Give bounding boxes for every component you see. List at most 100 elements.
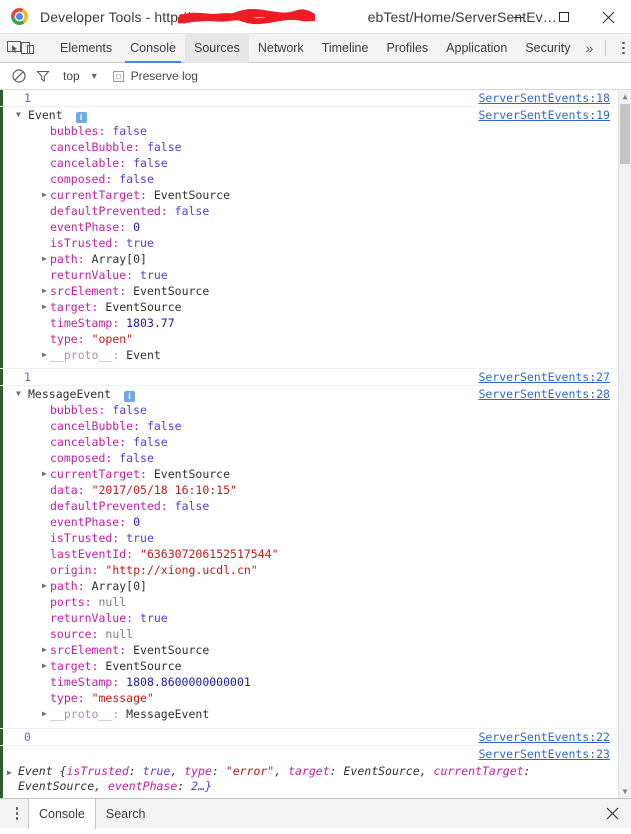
triangle-expanded-icon[interactable]: ▼: [16, 386, 21, 402]
property-value: MessageEvent: [126, 707, 210, 721]
property-colon: :: [77, 579, 92, 593]
object-property: eventPhase: 0: [0, 219, 618, 235]
console-object-row[interactable]: ▼ Event i ServerSentEvents:19: [0, 107, 618, 123]
triangle-collapsed-icon[interactable]: ▶: [42, 706, 47, 722]
property-colon: :: [126, 611, 141, 625]
console-count-row: 0 ServerSentEvents:22: [0, 728, 618, 746]
object-property[interactable]: ▶ path: Array[0]: [0, 251, 618, 267]
object-property[interactable]: ▶ srcElement: EventSource: [0, 642, 618, 658]
property-colon: :: [119, 643, 134, 657]
close-button[interactable]: [586, 0, 631, 34]
tab-profiles[interactable]: Profiles: [377, 34, 437, 63]
property-value: false: [146, 419, 182, 433]
property-name: cancelable: [50, 435, 120, 449]
more-tabs-icon[interactable]: »: [579, 40, 599, 56]
source-link[interactable]: ServerSentEvents:18: [478, 90, 610, 106]
source-link[interactable]: ServerSentEvents:19: [478, 107, 610, 123]
source-link[interactable]: ServerSentEvents:27: [478, 369, 610, 385]
info-icon[interactable]: i: [75, 112, 87, 123]
property-value: true: [140, 268, 168, 282]
property-name: cancelable: [50, 156, 120, 170]
property-value: Event: [126, 348, 161, 362]
property-colon: :: [112, 707, 127, 721]
inspect-element-icon[interactable]: [7, 34, 21, 62]
source-link[interactable]: ServerSentEvents:22: [478, 729, 610, 745]
clear-console-icon[interactable]: [7, 64, 31, 88]
chrome-logo-icon: [11, 8, 28, 25]
tab-security[interactable]: Security: [516, 34, 579, 63]
object-property[interactable]: ▶ __proto__: MessageEvent: [0, 706, 618, 722]
property-colon: :: [91, 659, 106, 673]
scrollbar-thumb[interactable]: [620, 104, 630, 164]
object-property: data: "2017/05/18 16:10:15": [0, 482, 618, 498]
object-property: bubbles: false: [0, 402, 618, 418]
object-property[interactable]: ▶ currentTarget: EventSource: [0, 466, 618, 482]
console-vertical-scrollbar[interactable]: ▲ ▼: [618, 90, 631, 798]
devtools-menu-icon[interactable]: [612, 34, 631, 63]
tab-elements[interactable]: Elements: [51, 34, 121, 63]
triangle-collapsed-icon[interactable]: ▶: [42, 187, 47, 203]
property-colon: :: [112, 348, 127, 362]
property-name: ports: [50, 595, 85, 609]
scroll-down-arrow-icon[interactable]: ▼: [619, 785, 631, 798]
tab-profiles-label: Profiles: [386, 41, 429, 55]
console-error-summary[interactable]: ▶ Event {isTrusted: true, type: "error", …: [0, 762, 618, 797]
drawer-menu-icon[interactable]: [6, 799, 28, 829]
object-property[interactable]: ▶ target: EventSource: [0, 299, 618, 315]
tab-timeline[interactable]: Timeline: [313, 34, 378, 63]
object-property[interactable]: ▶ srcElement: EventSource: [0, 283, 618, 299]
device-toolbar-icon[interactable]: [21, 34, 35, 62]
property-name: bubbles: [50, 403, 99, 417]
triangle-collapsed-icon[interactable]: ▶: [42, 251, 47, 267]
property-name: timeStamp: [50, 675, 113, 689]
tab-application[interactable]: Application: [437, 34, 516, 63]
preserve-log-label: Preserve log: [130, 69, 198, 83]
source-link[interactable]: ServerSentEvents:28: [478, 386, 610, 402]
drawer-close-button[interactable]: [606, 807, 619, 820]
devtools-drawer: Console Search: [0, 798, 631, 829]
property-value: 0: [133, 220, 141, 234]
object-property[interactable]: ▶ target: EventSource: [0, 658, 618, 674]
triangle-collapsed-icon[interactable]: ▶: [42, 347, 47, 363]
triangle-collapsed-icon[interactable]: ▶: [42, 642, 47, 658]
triangle-collapsed-icon[interactable]: ▶: [42, 299, 47, 315]
property-colon: :: [112, 236, 127, 250]
object-property[interactable]: ▶ currentTarget: EventSource: [0, 187, 618, 203]
tab-network[interactable]: Network: [249, 34, 313, 63]
scroll-up-arrow-icon[interactable]: ▲: [619, 90, 631, 103]
triangle-collapsed-icon[interactable]: ▶: [7, 765, 12, 781]
property-name: defaultPrevented: [50, 204, 161, 218]
object-property[interactable]: ▶ __proto__: Event: [0, 347, 618, 363]
console-message-list[interactable]: 1 ServerSentEvents:18 ▼ Event i ServerSe…: [0, 90, 631, 798]
drawer-tab-console-label: Console: [39, 806, 85, 821]
preserve-log-checkbox[interactable]: Preserve log: [112, 69, 198, 83]
triangle-collapsed-icon[interactable]: ▶: [42, 466, 47, 482]
tab-sources[interactable]: Sources: [184, 33, 249, 63]
object-property: cancelBubble: false: [0, 139, 618, 155]
property-colon: :: [98, 403, 113, 417]
triangle-expanded-icon[interactable]: ▼: [16, 107, 21, 123]
message-count: 0: [24, 730, 31, 744]
filter-funnel-icon[interactable]: [31, 64, 55, 88]
source-link[interactable]: ServerSentEvents:23: [478, 746, 610, 762]
drawer-tab-search[interactable]: Search: [96, 799, 156, 829]
info-icon[interactable]: i: [124, 391, 136, 402]
property-colon: :: [105, 172, 120, 186]
error-key: isTrusted: [66, 764, 129, 778]
console-object-row[interactable]: ▼ MessageEvent i ServerSentEvents:28: [0, 386, 618, 402]
tab-console[interactable]: Console: [121, 34, 185, 63]
property-colon: :: [77, 483, 92, 497]
object-property: eventPhase: 0: [0, 514, 618, 530]
property-colon: :: [119, 515, 134, 529]
object-property[interactable]: ▶ path: Array[0]: [0, 578, 618, 594]
property-value: null: [105, 627, 134, 641]
drawer-tab-console[interactable]: Console: [28, 798, 96, 829]
triangle-collapsed-icon[interactable]: ▶: [42, 658, 47, 674]
object-type-name: Event: [28, 108, 63, 122]
triangle-collapsed-icon[interactable]: ▶: [42, 283, 47, 299]
property-value: false: [174, 499, 210, 513]
property-name: defaultPrevented: [50, 499, 161, 513]
triangle-collapsed-icon[interactable]: ▶: [42, 578, 47, 594]
object-property: cancelable: false: [0, 155, 618, 171]
execution-context-select[interactable]: top ▼: [63, 69, 99, 83]
